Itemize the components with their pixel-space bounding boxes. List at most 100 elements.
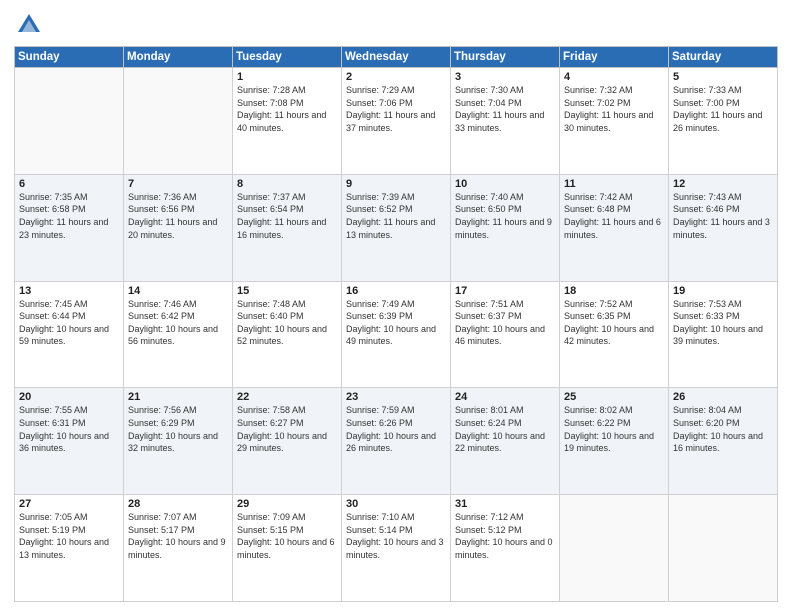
day-number: 21 xyxy=(128,391,228,403)
day-number: 15 xyxy=(237,285,337,297)
day-number: 20 xyxy=(19,391,119,403)
day-number: 17 xyxy=(455,285,555,297)
day-info: Sunrise: 7:51 AM Sunset: 6:37 PM Dayligh… xyxy=(455,298,555,348)
day-number: 28 xyxy=(128,498,228,510)
day-info: Sunrise: 7:07 AM Sunset: 5:17 PM Dayligh… xyxy=(128,511,228,561)
day-cell: 28Sunrise: 7:07 AM Sunset: 5:17 PM Dayli… xyxy=(124,495,233,602)
day-cell: 27Sunrise: 7:05 AM Sunset: 5:19 PM Dayli… xyxy=(15,495,124,602)
day-number: 12 xyxy=(673,178,773,190)
day-cell: 8Sunrise: 7:37 AM Sunset: 6:54 PM Daylig… xyxy=(233,174,342,281)
day-info: Sunrise: 7:32 AM Sunset: 7:02 PM Dayligh… xyxy=(564,84,664,134)
day-number: 26 xyxy=(673,391,773,403)
day-info: Sunrise: 7:05 AM Sunset: 5:19 PM Dayligh… xyxy=(19,511,119,561)
day-number: 8 xyxy=(237,178,337,190)
day-number: 31 xyxy=(455,498,555,510)
day-number: 24 xyxy=(455,391,555,403)
day-number: 16 xyxy=(346,285,446,297)
day-info: Sunrise: 7:33 AM Sunset: 7:00 PM Dayligh… xyxy=(673,84,773,134)
day-number: 5 xyxy=(673,71,773,83)
day-info: Sunrise: 7:30 AM Sunset: 7:04 PM Dayligh… xyxy=(455,84,555,134)
day-number: 23 xyxy=(346,391,446,403)
day-cell: 26Sunrise: 8:04 AM Sunset: 6:20 PM Dayli… xyxy=(669,388,778,495)
column-header-monday: Monday xyxy=(124,47,233,68)
day-info: Sunrise: 7:42 AM Sunset: 6:48 PM Dayligh… xyxy=(564,191,664,241)
column-header-tuesday: Tuesday xyxy=(233,47,342,68)
day-number: 9 xyxy=(346,178,446,190)
day-number: 7 xyxy=(128,178,228,190)
day-number: 3 xyxy=(455,71,555,83)
day-cell: 30Sunrise: 7:10 AM Sunset: 5:14 PM Dayli… xyxy=(342,495,451,602)
day-cell: 6Sunrise: 7:35 AM Sunset: 6:58 PM Daylig… xyxy=(15,174,124,281)
day-cell: 15Sunrise: 7:48 AM Sunset: 6:40 PM Dayli… xyxy=(233,281,342,388)
day-cell: 11Sunrise: 7:42 AM Sunset: 6:48 PM Dayli… xyxy=(560,174,669,281)
day-cell: 9Sunrise: 7:39 AM Sunset: 6:52 PM Daylig… xyxy=(342,174,451,281)
day-cell: 31Sunrise: 7:12 AM Sunset: 5:12 PM Dayli… xyxy=(451,495,560,602)
day-cell: 5Sunrise: 7:33 AM Sunset: 7:00 PM Daylig… xyxy=(669,68,778,175)
day-cell: 23Sunrise: 7:59 AM Sunset: 6:26 PM Dayli… xyxy=(342,388,451,495)
day-cell: 7Sunrise: 7:36 AM Sunset: 6:56 PM Daylig… xyxy=(124,174,233,281)
day-cell: 29Sunrise: 7:09 AM Sunset: 5:15 PM Dayli… xyxy=(233,495,342,602)
day-info: Sunrise: 7:09 AM Sunset: 5:15 PM Dayligh… xyxy=(237,511,337,561)
day-cell: 21Sunrise: 7:56 AM Sunset: 6:29 PM Dayli… xyxy=(124,388,233,495)
day-info: Sunrise: 7:36 AM Sunset: 6:56 PM Dayligh… xyxy=(128,191,228,241)
day-cell: 18Sunrise: 7:52 AM Sunset: 6:35 PM Dayli… xyxy=(560,281,669,388)
week-row-4: 27Sunrise: 7:05 AM Sunset: 5:19 PM Dayli… xyxy=(15,495,778,602)
day-cell xyxy=(560,495,669,602)
day-number: 14 xyxy=(128,285,228,297)
day-cell: 4Sunrise: 7:32 AM Sunset: 7:02 PM Daylig… xyxy=(560,68,669,175)
day-info: Sunrise: 7:46 AM Sunset: 6:42 PM Dayligh… xyxy=(128,298,228,348)
day-info: Sunrise: 7:49 AM Sunset: 6:39 PM Dayligh… xyxy=(346,298,446,348)
day-cell: 13Sunrise: 7:45 AM Sunset: 6:44 PM Dayli… xyxy=(15,281,124,388)
day-info: Sunrise: 7:53 AM Sunset: 6:33 PM Dayligh… xyxy=(673,298,773,348)
day-cell: 16Sunrise: 7:49 AM Sunset: 6:39 PM Dayli… xyxy=(342,281,451,388)
day-cell xyxy=(669,495,778,602)
day-info: Sunrise: 7:43 AM Sunset: 6:46 PM Dayligh… xyxy=(673,191,773,241)
day-number: 19 xyxy=(673,285,773,297)
day-cell: 12Sunrise: 7:43 AM Sunset: 6:46 PM Dayli… xyxy=(669,174,778,281)
week-row-1: 6Sunrise: 7:35 AM Sunset: 6:58 PM Daylig… xyxy=(15,174,778,281)
column-header-friday: Friday xyxy=(560,47,669,68)
logo xyxy=(14,10,48,40)
day-info: Sunrise: 8:02 AM Sunset: 6:22 PM Dayligh… xyxy=(564,404,664,454)
day-cell: 20Sunrise: 7:55 AM Sunset: 6:31 PM Dayli… xyxy=(15,388,124,495)
column-header-saturday: Saturday xyxy=(669,47,778,68)
day-info: Sunrise: 7:40 AM Sunset: 6:50 PM Dayligh… xyxy=(455,191,555,241)
day-info: Sunrise: 7:37 AM Sunset: 6:54 PM Dayligh… xyxy=(237,191,337,241)
day-info: Sunrise: 8:04 AM Sunset: 6:20 PM Dayligh… xyxy=(673,404,773,454)
day-info: Sunrise: 7:45 AM Sunset: 6:44 PM Dayligh… xyxy=(19,298,119,348)
day-number: 25 xyxy=(564,391,664,403)
week-row-2: 13Sunrise: 7:45 AM Sunset: 6:44 PM Dayli… xyxy=(15,281,778,388)
day-info: Sunrise: 8:01 AM Sunset: 6:24 PM Dayligh… xyxy=(455,404,555,454)
column-header-thursday: Thursday xyxy=(451,47,560,68)
header xyxy=(14,10,778,40)
day-info: Sunrise: 7:28 AM Sunset: 7:08 PM Dayligh… xyxy=(237,84,337,134)
day-cell: 1Sunrise: 7:28 AM Sunset: 7:08 PM Daylig… xyxy=(233,68,342,175)
day-cell: 25Sunrise: 8:02 AM Sunset: 6:22 PM Dayli… xyxy=(560,388,669,495)
week-row-3: 20Sunrise: 7:55 AM Sunset: 6:31 PM Dayli… xyxy=(15,388,778,495)
day-number: 11 xyxy=(564,178,664,190)
day-cell: 3Sunrise: 7:30 AM Sunset: 7:04 PM Daylig… xyxy=(451,68,560,175)
day-cell xyxy=(124,68,233,175)
day-info: Sunrise: 7:12 AM Sunset: 5:12 PM Dayligh… xyxy=(455,511,555,561)
day-cell: 2Sunrise: 7:29 AM Sunset: 7:06 PM Daylig… xyxy=(342,68,451,175)
day-number: 29 xyxy=(237,498,337,510)
day-info: Sunrise: 7:10 AM Sunset: 5:14 PM Dayligh… xyxy=(346,511,446,561)
day-number: 1 xyxy=(237,71,337,83)
day-info: Sunrise: 7:58 AM Sunset: 6:27 PM Dayligh… xyxy=(237,404,337,454)
day-number: 30 xyxy=(346,498,446,510)
day-cell: 10Sunrise: 7:40 AM Sunset: 6:50 PM Dayli… xyxy=(451,174,560,281)
day-info: Sunrise: 7:29 AM Sunset: 7:06 PM Dayligh… xyxy=(346,84,446,134)
week-row-0: 1Sunrise: 7:28 AM Sunset: 7:08 PM Daylig… xyxy=(15,68,778,175)
day-info: Sunrise: 7:52 AM Sunset: 6:35 PM Dayligh… xyxy=(564,298,664,348)
day-number: 18 xyxy=(564,285,664,297)
day-number: 27 xyxy=(19,498,119,510)
logo-icon xyxy=(14,10,44,40)
day-info: Sunrise: 7:48 AM Sunset: 6:40 PM Dayligh… xyxy=(237,298,337,348)
day-info: Sunrise: 7:59 AM Sunset: 6:26 PM Dayligh… xyxy=(346,404,446,454)
day-number: 13 xyxy=(19,285,119,297)
day-cell: 22Sunrise: 7:58 AM Sunset: 6:27 PM Dayli… xyxy=(233,388,342,495)
calendar-header-row: SundayMondayTuesdayWednesdayThursdayFrid… xyxy=(15,47,778,68)
day-number: 22 xyxy=(237,391,337,403)
day-cell: 14Sunrise: 7:46 AM Sunset: 6:42 PM Dayli… xyxy=(124,281,233,388)
column-header-sunday: Sunday xyxy=(15,47,124,68)
